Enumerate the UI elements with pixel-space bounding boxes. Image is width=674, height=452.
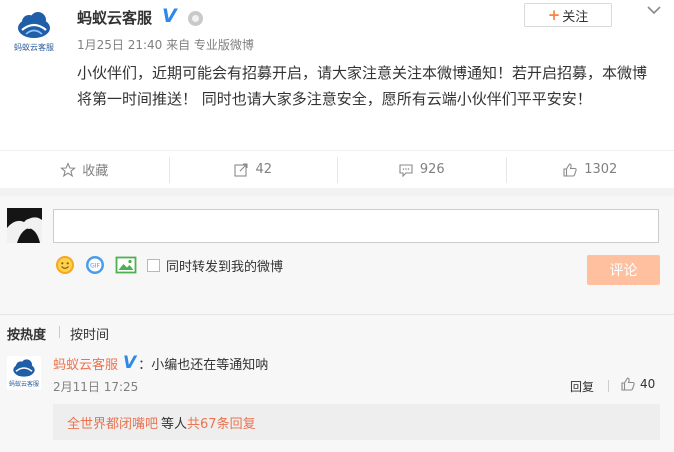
current-user-avatar[interactable] <box>7 208 42 243</box>
submit-comment-button[interactable]: 评论 <box>587 255 660 285</box>
verified-badge-icon: V <box>123 353 137 373</box>
reply-count-link[interactable]: 共67条回复 <box>187 413 256 432</box>
repost-icon <box>234 162 249 177</box>
weibo-post: 蚂蚁云客服 蚂蚁云客服 V + 关注 1月25日 21:40 来自 专业版微博 … <box>0 0 674 188</box>
avatar-brand-text: 蚂蚁云客服 <box>8 381 39 388</box>
follow-button[interactable]: + 关注 <box>524 3 612 27</box>
comment-icon <box>399 163 413 177</box>
comment-text: ：小编也还在等通知呐 <box>138 357 269 373</box>
composer-toolbar: GIF 同时转发到我的微博 <box>55 254 283 276</box>
comment-section: GIF 同时转发到我的微博 评论 按热度 按时间 蚂蚁云客服 蚂蚁云客服 V ：… <box>0 196 674 452</box>
cloud-logo-icon <box>18 12 50 38</box>
section-divider <box>0 188 674 196</box>
cloud-logo-icon <box>13 359 35 377</box>
comment-count: 926 <box>419 162 445 177</box>
comment-sort-bar: 按热度 按时间 <box>0 314 674 344</box>
comment-line: 蚂蚁云客服 V ：小编也还在等通知呐 <box>53 353 268 373</box>
post-content: 小伙伴们，近期可能会有招募开启，请大家注意关注本微博通知！若开启招募，本微博将第… <box>77 64 648 108</box>
star-icon <box>60 161 77 177</box>
medal-icon <box>188 11 203 26</box>
avatar-brand-text: 蚂蚁云客服 <box>14 43 54 52</box>
author-name[interactable]: 蚂蚁云客服 <box>77 7 152 28</box>
comment-action-separator <box>608 380 609 392</box>
image-button[interactable] <box>115 255 137 275</box>
thumbs-up-icon <box>563 162 577 177</box>
comment-like-count: 40 <box>640 377 656 391</box>
verified-badge-icon: V <box>162 5 177 27</box>
emoji-button[interactable] <box>55 255 75 275</box>
author-avatar[interactable]: 蚂蚁云客服 <box>10 8 58 56</box>
reply-preview[interactable]: 全世界都闭嘴吧 等人 共67条回复 <box>53 404 660 440</box>
svg-text:GIF: GIF <box>90 263 100 270</box>
favorite-button[interactable]: 收藏 <box>0 151 169 188</box>
gif-button[interactable]: GIF <box>85 255 105 275</box>
comment-reply-button[interactable]: 回复 <box>570 378 594 395</box>
like-count: 1302 <box>584 162 618 177</box>
post-meta: 1月25日 21:40 来自 专业版微博 <box>77 38 254 52</box>
comment-like-button[interactable]: 40 <box>620 376 655 392</box>
image-icon <box>115 256 137 274</box>
repost-checkbox-label: 同时转发到我的微博 <box>166 259 284 275</box>
repost-button[interactable]: 42 <box>168 151 338 188</box>
chevron-down-icon[interactable] <box>646 3 662 17</box>
comment-button[interactable]: 926 <box>337 151 506 188</box>
comment-author-name[interactable]: 蚂蚁云客服 <box>53 354 118 373</box>
comment-input[interactable] <box>53 209 659 243</box>
comment-item: 蚂蚁云客服 蚂蚁云客服 V ：小编也还在等通知呐 2月11日 17:25 回复 … <box>0 346 674 452</box>
gif-icon: GIF <box>86 256 104 274</box>
follow-label: 关注 <box>562 9 589 25</box>
sort-by-time-tab[interactable]: 按时间 <box>70 324 109 343</box>
repost-count: 42 <box>255 162 273 177</box>
thumbs-up-icon <box>621 377 635 391</box>
repost-checkbox[interactable] <box>147 258 160 272</box>
emoji-icon <box>56 256 74 274</box>
plus-icon: + <box>547 6 561 24</box>
action-bar: 收藏 42 926 1302 <box>0 150 674 188</box>
sort-by-hot-tab[interactable]: 按热度 <box>7 324 46 343</box>
comment-time: 2月11日 17:25 <box>53 380 139 394</box>
user-avatar-image <box>7 208 42 243</box>
like-button[interactable]: 1302 <box>505 151 674 188</box>
favorite-label: 收藏 <box>82 164 109 179</box>
comment-author-avatar[interactable]: 蚂蚁云客服 <box>7 356 41 390</box>
reply-author-link[interactable]: 全世界都闭嘴吧 <box>67 413 158 432</box>
reply-mid-text: 等人 <box>161 416 188 432</box>
sort-separator <box>59 326 60 338</box>
